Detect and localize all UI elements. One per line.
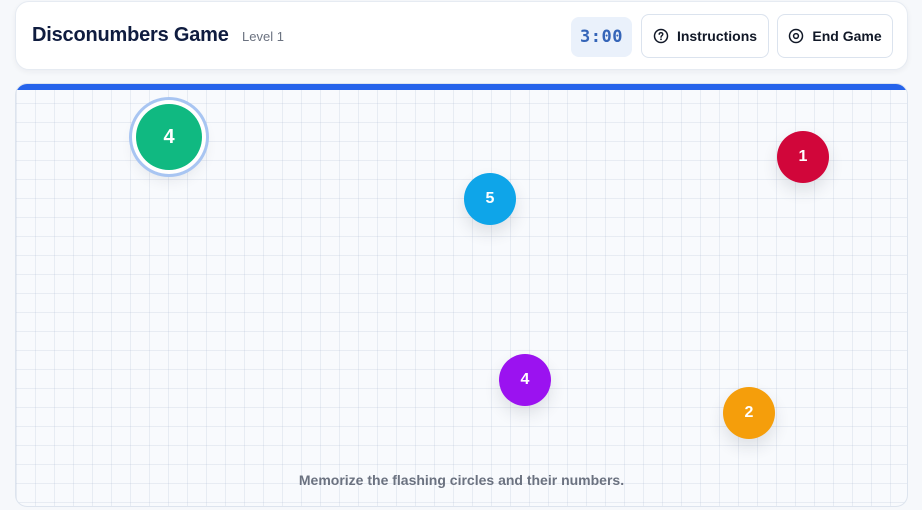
number-circle[interactable]: 2: [723, 387, 775, 439]
circle-number: 4: [520, 371, 530, 388]
end-game-label: End Game: [812, 28, 882, 44]
stop-circle-icon: [788, 28, 804, 44]
countdown-timer: 3:00: [571, 17, 632, 57]
number-circle[interactable]: 1: [777, 131, 829, 183]
instructions-button[interactable]: Instructions: [641, 14, 769, 58]
circle-number: 5: [485, 190, 495, 207]
circle-number: 1: [798, 148, 808, 165]
instructions-label: Instructions: [676, 28, 758, 44]
game-title: Disconumbers Game: [32, 24, 229, 46]
game-board[interactable]: 4 1 5 4 2 Memorize the flashing circles …: [15, 83, 908, 507]
end-game-button[interactable]: End Game: [777, 14, 893, 58]
number-circle[interactable]: 4: [499, 354, 551, 406]
circle-number: 4: [163, 125, 175, 148]
board-accent-bar: [16, 84, 907, 90]
circle-number: 2: [744, 404, 754, 421]
level-indicator: Level 1: [242, 29, 284, 44]
number-circle[interactable]: 5: [464, 173, 516, 225]
number-circle[interactable]: 4: [136, 104, 202, 170]
help-circle-icon: [653, 28, 669, 44]
instruction-text: Memorize the flashing circles and their …: [298, 472, 625, 488]
game-header: Disconumbers Game Level 1 3:00 Instructi…: [15, 1, 908, 70]
